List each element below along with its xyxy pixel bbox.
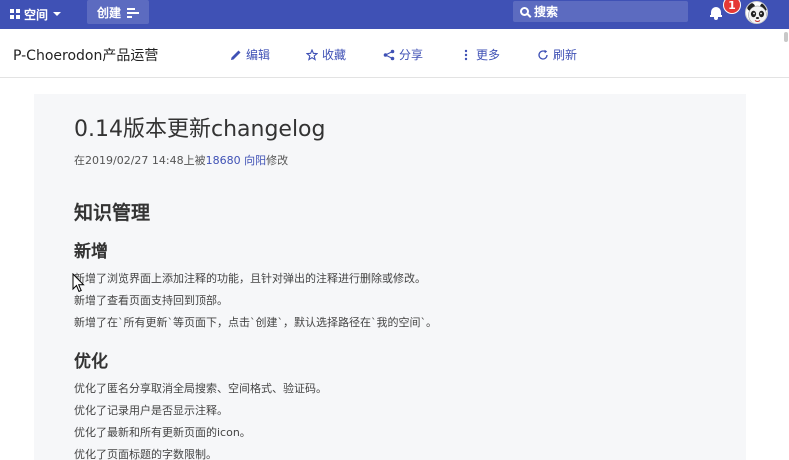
list-item: 新增了浏览界面上添加注释的功能，且针对弹出的注释进行删除或修改。 xyxy=(74,272,426,285)
list-item: 新增了在`所有更新`等页面下，点击`创建`，默认选择路径在`我的空间`。 xyxy=(74,316,437,329)
modified-meta: 在2019/02/27 14:48上被18680 向阳修改 xyxy=(74,152,288,168)
avatar[interactable] xyxy=(745,1,768,24)
star-icon xyxy=(306,48,318,61)
favorite-label: 收藏 xyxy=(322,48,347,62)
panda-avatar-icon xyxy=(747,3,767,23)
top-nav-bar: 空间 创建 1 xyxy=(0,0,789,29)
meta-suffix: 修改 xyxy=(266,154,289,167)
author-link[interactable]: 18680 向阳 xyxy=(206,154,267,167)
list-item: 优化了记录用户是否显示注释。 xyxy=(74,404,228,417)
space-menu-button[interactable]: 空间 xyxy=(10,4,62,24)
mouse-cursor-icon xyxy=(72,273,85,293)
favorite-button[interactable]: 收藏 xyxy=(306,46,346,63)
bell-icon[interactable] xyxy=(710,7,722,20)
space-menu-label: 空间 xyxy=(24,7,49,22)
page-title: 0.14版本更新changelog xyxy=(74,117,326,142)
search-input[interactable] xyxy=(534,4,674,19)
search-icon xyxy=(520,7,529,16)
share-button[interactable]: 分享 xyxy=(383,46,423,63)
pencil-icon xyxy=(231,50,241,60)
caret-down-icon xyxy=(53,12,62,16)
edit-label: 编辑 xyxy=(246,48,271,62)
notification-badge[interactable]: 1 xyxy=(723,0,741,14)
more-label: 更多 xyxy=(476,48,501,62)
share-icon xyxy=(383,49,395,60)
playlist-add-icon xyxy=(127,7,139,18)
grid-icon xyxy=(10,9,20,19)
meta-prefix: 在2019/02/27 14:48上被 xyxy=(74,154,206,167)
refresh-icon xyxy=(538,49,548,60)
share-label: 分享 xyxy=(399,48,424,62)
search-box[interactable] xyxy=(513,1,688,22)
group-heading-added: 新增 xyxy=(74,242,108,262)
list-item: 优化了最新和所有更新页面的icon。 xyxy=(74,426,251,439)
page-toolbar: P-Choerodon产品运营 编辑 收藏 分享 更多 刷新 xyxy=(0,29,789,78)
create-label: 创建 xyxy=(96,5,121,20)
refresh-label: 刷新 xyxy=(553,48,578,62)
edit-button[interactable]: 编辑 xyxy=(230,46,270,63)
group-heading-optimized: 优化 xyxy=(74,352,108,372)
refresh-button[interactable]: 刷新 xyxy=(537,46,577,63)
list-item: 优化了匿名分享取消全局搜索、空间格式、验证码。 xyxy=(74,382,327,395)
more-button[interactable]: 更多 xyxy=(460,46,500,63)
list-item: 新增了查看页面支持回到顶部。 xyxy=(74,294,228,307)
create-button[interactable]: 创建 xyxy=(87,0,149,24)
section-heading: 知识管理 xyxy=(74,202,151,224)
space-title[interactable]: P-Choerodon产品运营 xyxy=(13,45,158,65)
scrollbar-thumb[interactable] xyxy=(784,32,788,42)
list-item: 优化了页面标题的字数限制。 xyxy=(74,448,217,460)
more-vertical-icon xyxy=(464,49,468,60)
